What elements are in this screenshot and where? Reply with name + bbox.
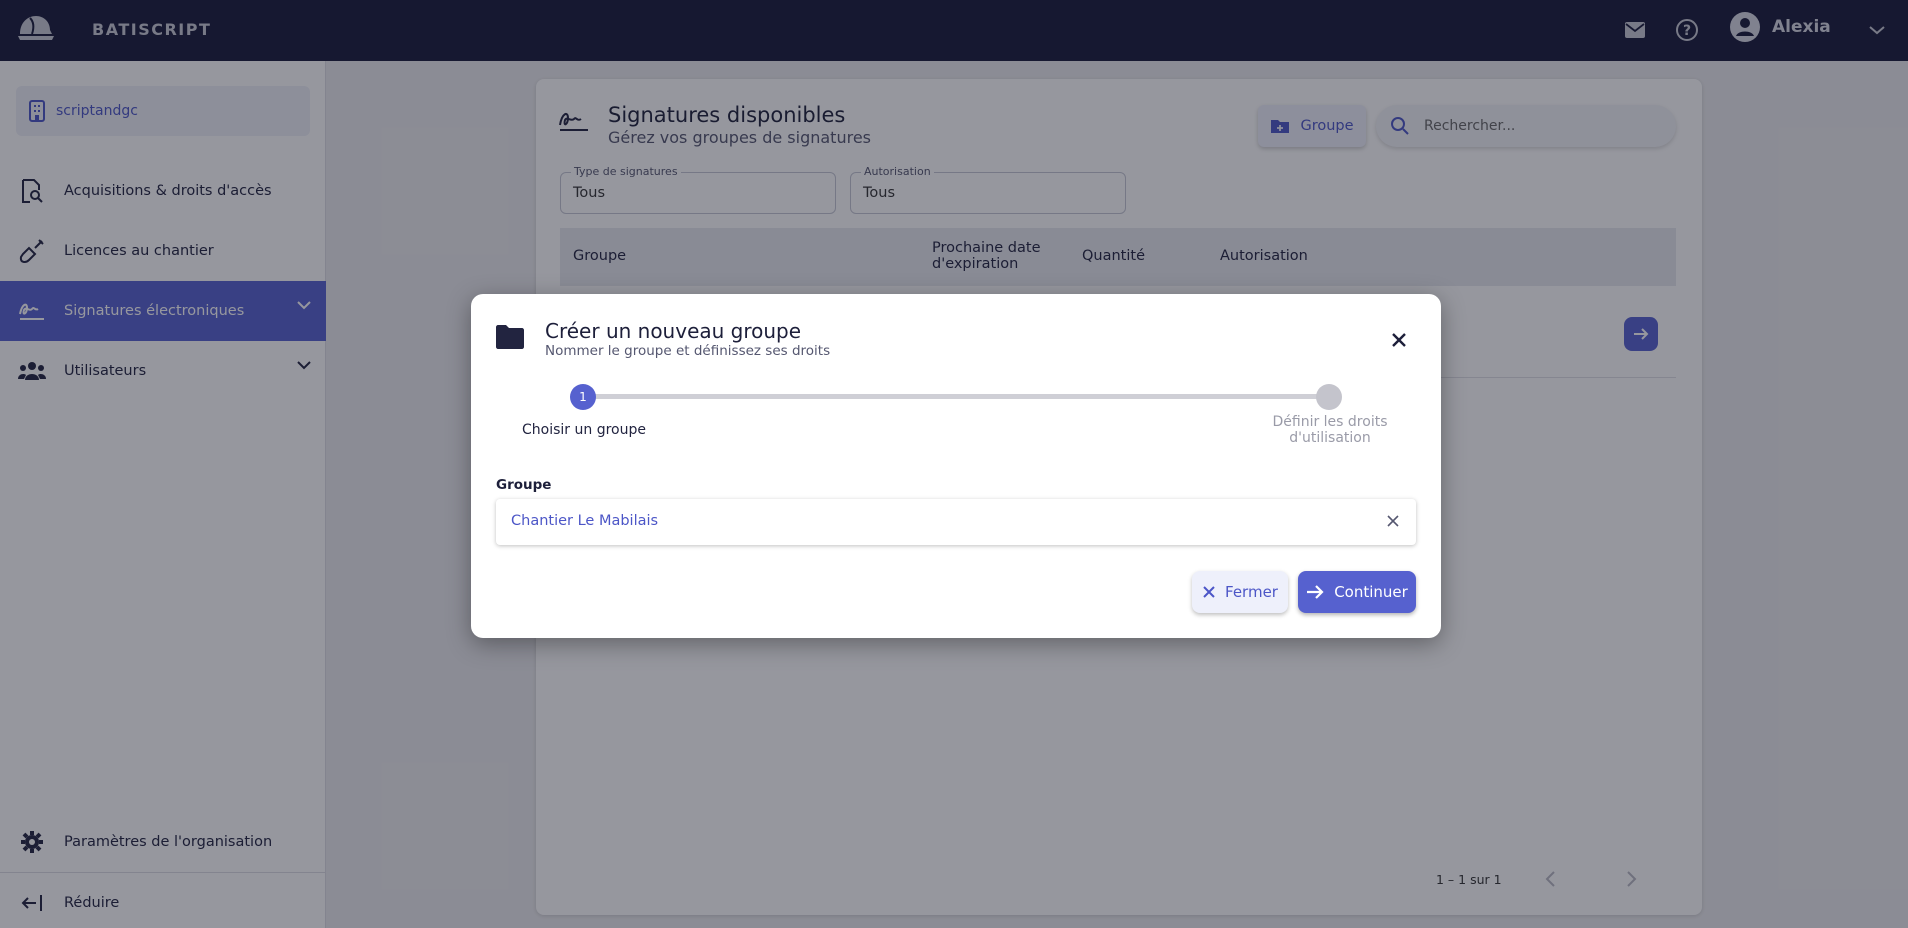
- step-2-label: Définir les droits d'utilisation: [1272, 414, 1388, 446]
- dialog-title: Créer un nouveau groupe: [545, 319, 802, 343]
- create-group-dialog: Créer un nouveau groupe Nommer le groupe…: [471, 294, 1441, 638]
- arrow-right-icon: [1307, 585, 1324, 599]
- continue-button-label: Continuer: [1334, 583, 1408, 601]
- close-icon[interactable]: [1387, 328, 1411, 352]
- close-button[interactable]: Fermer: [1192, 571, 1288, 613]
- dialog-subtitle: Nommer le groupe et définissez ses droit…: [545, 343, 831, 359]
- group-field-label: Groupe: [496, 477, 552, 493]
- clear-icon[interactable]: [1384, 512, 1402, 530]
- stepper-track: [583, 394, 1335, 399]
- folder-icon: [496, 325, 524, 349]
- step-1-indicator[interactable]: 1: [570, 384, 596, 410]
- continue-button[interactable]: Continuer: [1298, 571, 1416, 613]
- step-1-label: Choisir un groupe: [522, 422, 646, 438]
- group-select-value: Chantier Le Mabilais: [511, 513, 659, 529]
- close-icon: [1203, 586, 1215, 598]
- group-select[interactable]: Chantier Le Mabilais: [496, 499, 1416, 545]
- step-2-indicator[interactable]: [1316, 384, 1342, 410]
- close-button-label: Fermer: [1225, 583, 1278, 601]
